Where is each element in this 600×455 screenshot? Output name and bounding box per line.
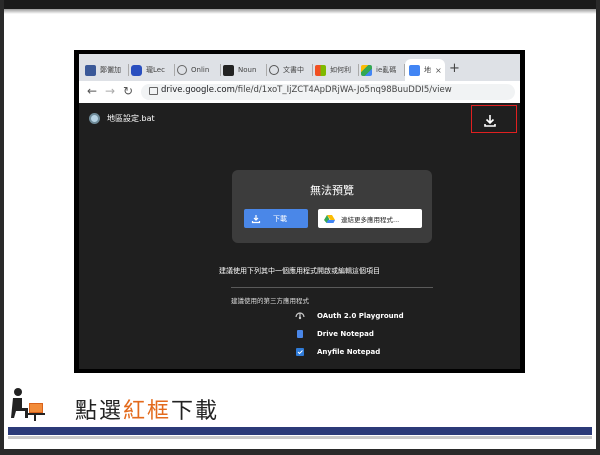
download-icon	[251, 214, 261, 223]
file-name: 地區設定.bat	[107, 114, 155, 123]
tab-separator	[220, 64, 221, 76]
tab-label: 鄭儷加	[100, 66, 121, 74]
tab-label: Onlin	[191, 66, 210, 74]
google-drive-icon	[324, 214, 335, 223]
url-input[interactable]: drive.google.com/file/d/1xoT_IjZCT4ApDRj…	[141, 84, 515, 100]
frame-bottom-accent	[8, 427, 592, 435]
app-drive-notepad[interactable]: Drive Notepad	[295, 329, 374, 339]
app-label: OAuth 2.0 Playground	[317, 312, 404, 320]
noun-project-icon	[223, 64, 234, 76]
tab-separator	[174, 64, 175, 76]
tab-separator	[266, 64, 267, 76]
google-drive-icon	[361, 64, 372, 76]
tab-separator	[312, 64, 313, 76]
tab-strip: 鄭儷加 瓏Lec Onlin Noun 文書中 如何利 ie亂碼 地 × +	[79, 54, 520, 81]
new-tab-button[interactable]: +	[449, 61, 460, 76]
tab-5[interactable]: 文書中	[269, 59, 313, 81]
tab-4[interactable]: Noun	[223, 59, 267, 81]
frame-left	[0, 0, 4, 455]
highlight-box	[471, 105, 517, 133]
playground-icon	[295, 311, 305, 321]
facebook-icon	[85, 64, 96, 76]
tab-separator	[128, 64, 129, 76]
tab-label: Noun	[238, 66, 257, 74]
drive-preview: 地區設定.bat 無法預覽 下載 連結更多應用程式... 建議使用下列其中一個應…	[79, 103, 520, 369]
app-label: Drive Notepad	[317, 330, 374, 338]
frame-bottom	[0, 449, 600, 455]
url-text: drive.google.com/file/d/1xoT_IjZCT4ApDRj…	[161, 85, 452, 95]
lecture-icon	[131, 64, 142, 76]
back-arrow-icon[interactable]: ←	[87, 84, 97, 98]
tab-label: 瓏Lec	[146, 66, 165, 74]
tab-active[interactable]: 地 ×	[405, 59, 445, 81]
screenshot: 鄭儷加 瓏Lec Onlin Noun 文書中 如何利 ie亂碼 地 × + ←…	[74, 50, 525, 373]
download-label: 下載	[273, 214, 287, 223]
lock-icon	[149, 87, 158, 95]
globe-icon	[177, 65, 187, 75]
app-oauth-playground[interactable]: OAuth 2.0 Playground	[295, 311, 404, 321]
frame-bottom-line	[8, 436, 592, 439]
chrome-icon	[269, 65, 279, 75]
person-at-computer-icon	[11, 388, 45, 421]
tab-3[interactable]: Onlin	[177, 59, 221, 81]
doc-icon	[409, 64, 420, 76]
close-tab-icon[interactable]: ×	[435, 66, 442, 75]
caption-highlight: 紅框	[123, 399, 172, 424]
download-button[interactable]: 下載	[244, 209, 308, 228]
connect-more-apps-label: 連結更多應用程式...	[341, 215, 400, 224]
no-preview-title: 無法預覽	[310, 184, 354, 197]
url-path: /file/d/1xoT_IjZCT4ApDRjWA-Jo5nq98BuuDDI…	[234, 85, 452, 95]
divider	[231, 287, 433, 288]
tab-label: ie亂碼	[376, 66, 397, 74]
tab-2[interactable]: 瓏Lec	[131, 59, 175, 81]
third-party-label: 建議使用的第三方應用程式	[231, 297, 309, 305]
no-preview-card: 無法預覽 下載 連結更多應用程式...	[232, 170, 432, 243]
caption-after: 下載	[171, 399, 220, 424]
file-type-icon	[89, 113, 100, 124]
frame-top-shadow	[0, 9, 600, 14]
suggest-text: 建議使用下列其中一個應用程式開啟或編輯這個項目	[219, 267, 380, 275]
tab-label: 如何利	[330, 66, 351, 74]
tab-label: 文書中	[283, 66, 304, 74]
url-host: drive.google.com	[161, 85, 235, 95]
browser-window: 鄭儷加 瓏Lec Onlin Noun 文書中 如何利 ie亂碼 地 × + ←…	[79, 54, 520, 369]
caption: 點選紅框下載	[75, 393, 219, 425]
address-bar: ← → ↻ drive.google.com/file/d/1xoT_IjZCT…	[79, 81, 520, 103]
microsoft-icon	[315, 64, 326, 76]
tab-label: 地	[424, 66, 431, 74]
tab-separator	[358, 64, 359, 76]
tab-6[interactable]: 如何利	[315, 59, 359, 81]
caption-before: 點選	[75, 399, 124, 424]
forward-arrow-icon[interactable]: →	[105, 84, 115, 98]
reload-icon[interactable]: ↻	[123, 84, 133, 98]
frame-top-bar	[0, 0, 600, 9]
frame-right	[596, 0, 600, 455]
notepad-icon	[295, 329, 305, 339]
tab-1[interactable]: 鄭儷加	[85, 59, 129, 81]
tab-7[interactable]: ie亂碼	[361, 59, 405, 81]
anyfile-icon	[295, 347, 305, 357]
app-anyfile-notepad[interactable]: Anyfile Notepad	[295, 347, 380, 357]
app-label: Anyfile Notepad	[317, 348, 381, 356]
connect-more-apps-button[interactable]: 連結更多應用程式...	[318, 209, 422, 228]
